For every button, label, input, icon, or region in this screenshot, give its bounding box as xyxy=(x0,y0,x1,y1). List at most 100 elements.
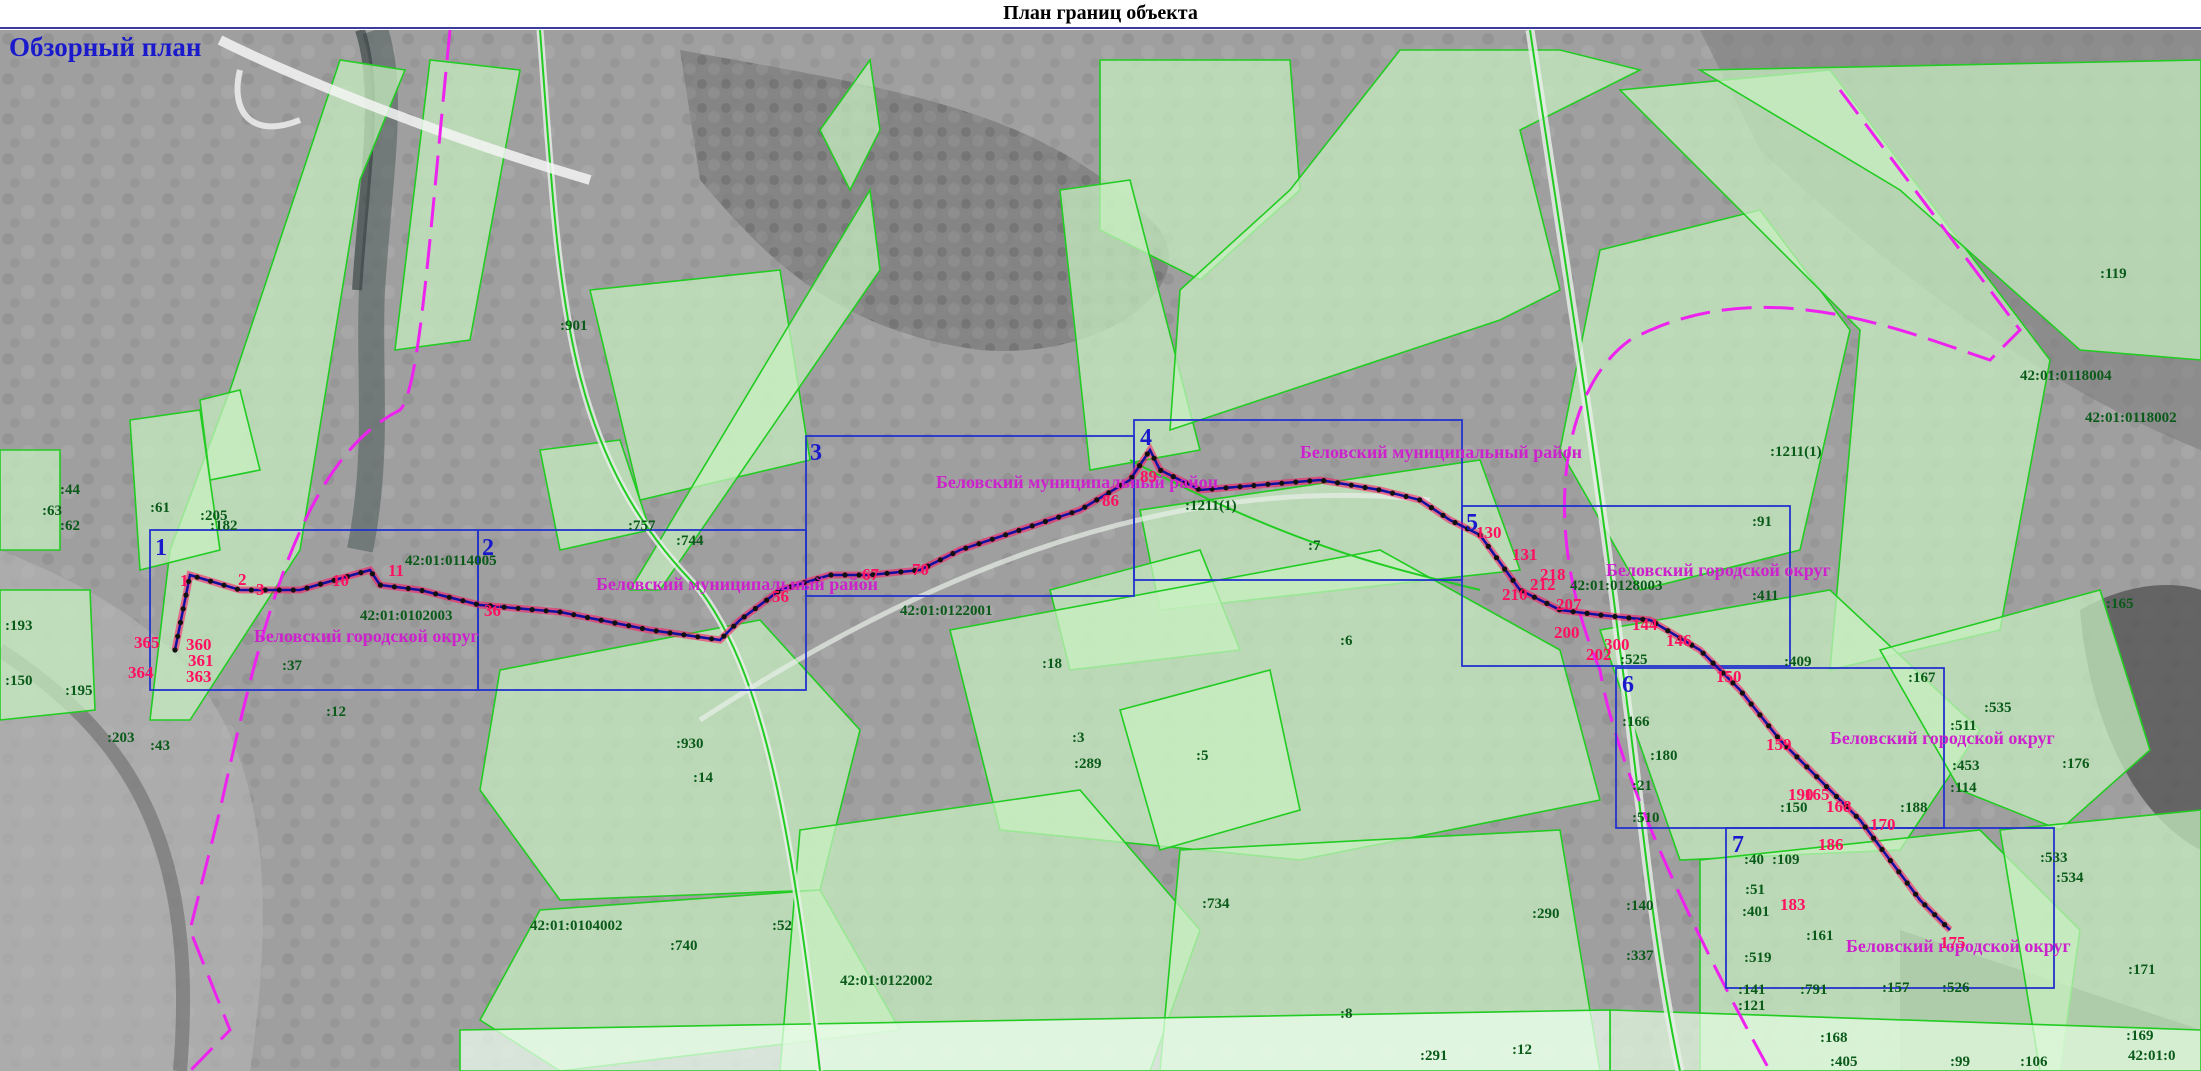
route-vertex xyxy=(1748,701,1754,707)
cadastre-label: :167 xyxy=(1908,670,1936,686)
cadastre-label: :5 xyxy=(1196,748,1209,764)
cadastre-label: :169 xyxy=(2126,1028,2154,1044)
route-vertex xyxy=(529,607,535,613)
route-vertex xyxy=(1710,660,1716,666)
cadastre-label: :535 xyxy=(1984,700,2012,716)
cadastre-label: :18 xyxy=(1042,656,1062,672)
route-vertex xyxy=(950,550,956,557)
district-label: Беловский муниципальный район xyxy=(1300,442,1582,462)
cadastre-label: :1211(1) xyxy=(1770,444,1822,460)
cadastre-label: :40 xyxy=(1744,852,1764,868)
cadastre-label: :176 xyxy=(2062,756,2090,772)
route-vertex xyxy=(304,585,310,591)
route-vertex xyxy=(1913,891,1919,897)
route-vertex xyxy=(221,582,227,588)
route-vertex xyxy=(1417,497,1423,503)
district-label: Беловский городской округ xyxy=(1606,560,1831,580)
overview-map[interactable]: 1 2 3 4 5 6 7 Беловский муниципальный ра… xyxy=(0,30,2201,1071)
cadastre-label: :157 xyxy=(1882,980,1910,996)
route-vertex xyxy=(317,581,324,587)
point-label: 175 xyxy=(1940,933,1966,952)
route-vertex xyxy=(1376,487,1382,493)
route-vertex xyxy=(898,569,904,575)
map-view[interactable]: 1 2 3 4 5 6 7 Беловский муниципальный ра… xyxy=(0,30,2201,1071)
route-vertex xyxy=(1082,504,1088,510)
route-vertex xyxy=(248,587,254,593)
point-label: 89 xyxy=(1140,467,1157,486)
route-vertex xyxy=(1922,902,1928,908)
cadastre-label: :519 xyxy=(1744,950,1772,966)
point-label: 363 xyxy=(186,667,212,686)
point-label: 159 xyxy=(1766,735,1792,754)
cadastre-label: :51 xyxy=(1745,882,1765,898)
sheet-number: 7 xyxy=(1732,832,1744,858)
route-vertex xyxy=(1544,600,1550,607)
point-label: 130 xyxy=(1476,523,1502,542)
route-vertex xyxy=(1237,484,1243,490)
district-label: Беловский муниципальный район xyxy=(596,574,878,594)
cadastre-label: :121 xyxy=(1738,998,1766,1014)
cadastre-label: :180 xyxy=(1650,748,1678,764)
route-vertex xyxy=(639,625,646,632)
route-vertex xyxy=(721,633,727,639)
route-vertex xyxy=(1029,523,1035,529)
route-vertex xyxy=(405,585,411,592)
route-vertex xyxy=(180,606,186,612)
route-vertex xyxy=(584,614,591,621)
sheet-number: 1 xyxy=(155,535,167,561)
cadastre-label: :99 xyxy=(1950,1054,1970,1070)
point-label: 200 xyxy=(1554,623,1580,642)
route-vertex xyxy=(752,605,759,612)
route-vertex xyxy=(937,557,944,563)
point-label: 70 xyxy=(912,560,929,579)
point-label: 67 xyxy=(862,565,880,584)
route-vertex xyxy=(612,620,618,626)
route-vertex xyxy=(1794,754,1800,760)
point-label: 210 xyxy=(1502,585,1528,604)
point-label: 150 xyxy=(1716,667,1742,686)
route-vertex xyxy=(473,601,479,607)
route-vertex xyxy=(543,608,549,614)
cadastre-label: :533 xyxy=(2040,850,2068,866)
cadastre-label: :165 xyxy=(2106,596,2134,612)
overview-title: Обзорный план xyxy=(9,32,202,62)
cadastre-label: :290 xyxy=(1532,906,1560,922)
route-vertex xyxy=(681,632,687,638)
point-label: 131 xyxy=(1512,545,1538,564)
cadastre-label: :526 xyxy=(1942,980,1970,996)
point-label: 300 xyxy=(1604,635,1630,654)
cadastre-label: :291 xyxy=(1420,1048,1448,1064)
cadastre-label: :1211(1) xyxy=(1185,498,1237,514)
cadastre-label: 42:01:0118002 xyxy=(2085,410,2177,426)
cadastre-label: :109 xyxy=(1772,852,1800,868)
route-vertex xyxy=(1403,493,1409,500)
cadastre-label: :114 xyxy=(1950,780,1977,796)
route-vertex xyxy=(1151,455,1157,461)
route-vertex xyxy=(1904,880,1910,886)
route-vertex xyxy=(884,570,890,576)
page-title: План границ объекта xyxy=(0,0,2201,29)
route-vertex xyxy=(1757,712,1763,718)
point-label: 183 xyxy=(1780,895,1806,914)
route-vertex xyxy=(1853,813,1859,819)
point-label: 144 xyxy=(1632,615,1658,634)
cadastre-label: :168 xyxy=(1820,1030,1848,1046)
route-vertex xyxy=(1293,479,1299,485)
cadastre-label: :901 xyxy=(560,318,588,334)
cadastre-label: :525 xyxy=(1620,652,1648,668)
cadastre-label: :411 xyxy=(1752,588,1779,604)
route-vertex xyxy=(1896,869,1902,875)
route-vertex xyxy=(1887,858,1893,864)
route-vertex xyxy=(1531,594,1537,600)
route-vertex xyxy=(1440,512,1446,518)
route-vertex xyxy=(460,598,466,604)
cadastre-label: :337 xyxy=(1626,948,1654,964)
route-vertex xyxy=(741,614,747,620)
cadastre-label: :193 xyxy=(5,618,33,634)
cadastre-label: :43 xyxy=(150,738,170,754)
cadastre-label: :12 xyxy=(1512,1042,1532,1058)
cadastre-label: :182 xyxy=(210,518,238,534)
cadastre-label: :401 xyxy=(1742,904,1770,920)
route-vertex xyxy=(369,571,376,577)
cadastre-label: :740 xyxy=(670,938,698,954)
